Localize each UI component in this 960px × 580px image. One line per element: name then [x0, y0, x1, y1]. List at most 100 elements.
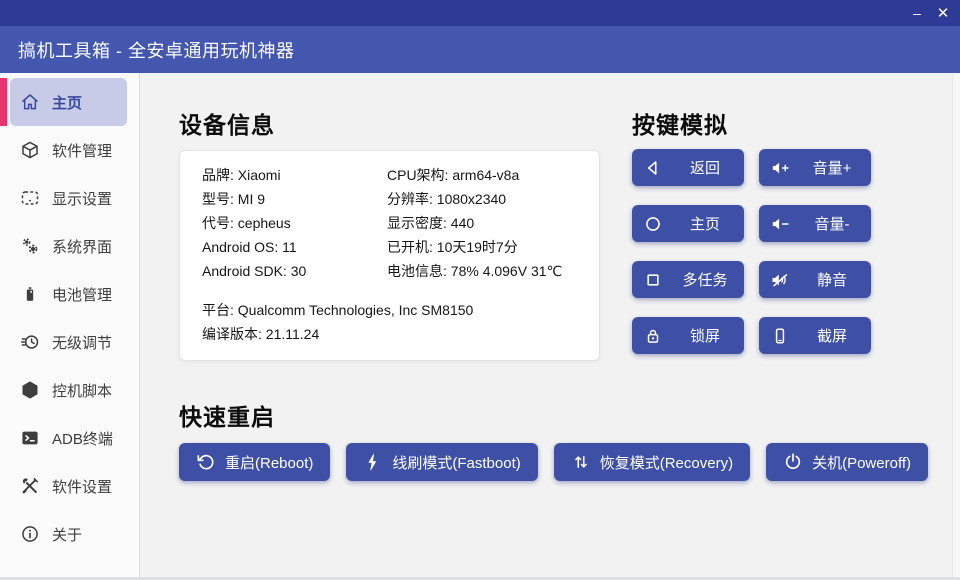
key-button-label: 返回 [690, 157, 720, 178]
home-icon [20, 92, 40, 112]
quick-reboot-heading: 快速重启 [179, 398, 928, 432]
sidebar-item-system-ui[interactable]: 系统界面 [10, 222, 127, 270]
sidebar-item-home[interactable]: 主页 [10, 78, 127, 126]
terminal-icon [20, 428, 40, 448]
reboot-button-label: 线刷模式(Fastboot) [392, 452, 520, 473]
tuner-icon [20, 332, 40, 352]
sidebar-item-label: 软件管理 [52, 140, 112, 161]
device-info-field: 代号: cepheus [202, 211, 387, 235]
reboot-button-label: 重启(Reboot) [225, 452, 313, 473]
sidebar-item-control-script[interactable]: 控机脚本 [10, 366, 127, 414]
reboot-button[interactable]: 重启(Reboot) [179, 443, 330, 481]
recovery-icon [571, 452, 591, 472]
device-info-field: 品牌: Xiaomi [202, 163, 387, 187]
app-window: – ✕ 搞机工具箱 - 全安卓通用玩机神器 主页软件管理显示设置系统界面电池管理… [0, 0, 960, 580]
tools-icon [20, 476, 40, 496]
key-button-label: 多任务 [682, 269, 727, 290]
key-button-label: 音量+ [813, 157, 852, 178]
sidebar-item-battery[interactable]: 电池管理 [10, 270, 127, 318]
multitask-key-button[interactable]: 多任务 [632, 261, 744, 298]
key-simulation-section: 按键模拟 返回 音量+ 主页 音量- 多任务 静音锁屏 截屏 [632, 106, 871, 354]
scrollbar-track[interactable] [952, 73, 960, 577]
sidebar-item-app-management[interactable]: 软件管理 [10, 126, 127, 174]
sidebar: 主页软件管理显示设置系统界面电池管理无级调节控机脚本 ADB终端软件设置关于 [0, 73, 140, 577]
quick-reboot-row: 重启(Reboot) 线刷模式(Fastboot) 恢复模式(Recovery) 关机… [179, 443, 928, 481]
screenshot-key-button[interactable]: 截屏 [759, 317, 871, 354]
sidebar-item-adb-terminal[interactable]: ADB终端 [10, 414, 127, 462]
minimize-button[interactable]: – [904, 0, 930, 26]
window-titlebar[interactable]: – ✕ [0, 0, 960, 26]
device-info-field: 型号: MI 9 [202, 187, 387, 211]
display-icon [20, 188, 40, 208]
back-key-button[interactable]: 返回 [632, 149, 744, 186]
recovery-button[interactable]: 恢复模式(Recovery) [554, 443, 750, 481]
home-circle-icon [643, 214, 663, 234]
multitask-icon [643, 270, 663, 290]
key-button-label: 静音 [817, 269, 847, 290]
hexagon-icon [20, 380, 40, 400]
sidebar-item-app-settings[interactable]: 软件设置 [10, 462, 127, 510]
device-info-field: 电池信息: 78% 4.096V 31℃ [387, 259, 583, 283]
sidebar-item-label: 电池管理 [52, 284, 112, 305]
sidebar-item-label: 软件设置 [52, 476, 112, 497]
device-info-field: 平台: Qualcomm Technologies, Inc SM8150 [202, 298, 583, 322]
sidebar-item-label: 无级调节 [52, 332, 112, 353]
sidebar-item-label: 关于 [52, 524, 82, 545]
gears-icon [20, 236, 40, 256]
active-accent-bar [0, 78, 7, 126]
screenshot-icon [770, 326, 790, 346]
key-button-label: 主页 [690, 213, 720, 234]
device-info-field: Android SDK: 30 [202, 259, 387, 283]
main-content: 设备信息 品牌: XiaomiCPU架构: arm64-v8a型号: MI 9分… [140, 73, 960, 577]
device-info-field: Android OS: 11 [202, 235, 387, 259]
package-icon [20, 140, 40, 160]
device-info-field: 编译版本: 21.11.24 [202, 322, 583, 346]
sidebar-item-label: ADB终端 [52, 428, 113, 449]
fastboot-icon [363, 452, 383, 472]
battery-icon [20, 284, 40, 304]
device-info-field: 分辨率: 1080x2340 [387, 187, 583, 211]
key-simulation-grid: 返回 音量+ 主页 音量- 多任务 静音锁屏 截屏 [632, 149, 871, 354]
device-info-grid: 品牌: XiaomiCPU架构: arm64-v8a型号: MI 9分辨率: 1… [202, 163, 583, 283]
key-button-label: 截屏 [817, 325, 847, 346]
volume-down-key-button[interactable]: 音量- [759, 205, 871, 242]
device-info-card: 品牌: XiaomiCPU架构: arm64-v8a型号: MI 9分辨率: 1… [179, 150, 600, 361]
poweroff-icon [783, 452, 803, 472]
sidebar-item-display-settings[interactable]: 显示设置 [10, 174, 127, 222]
poweroff-button[interactable]: 关机(Poweroff) [766, 443, 928, 481]
volume-up-key-button[interactable]: 音量+ [759, 149, 871, 186]
sidebar-item-label: 主页 [52, 92, 82, 113]
sidebar-item-label: 控机脚本 [52, 380, 112, 401]
device-info-field: 显示密度: 440 [387, 211, 583, 235]
app-header: 搞机工具箱 - 全安卓通用玩机神器 [0, 26, 960, 73]
home-key-button[interactable]: 主页 [632, 205, 744, 242]
window-body: 主页软件管理显示设置系统界面电池管理无级调节控机脚本ADB终端软件设置关于 设备… [0, 73, 960, 577]
reboot-button-label: 恢复模式(Recovery) [600, 452, 733, 473]
sidebar-item-label: 显示设置 [52, 188, 112, 209]
close-button[interactable]: ✕ [930, 0, 956, 26]
device-info-section: 设备信息 品牌: XiaomiCPU架构: arm64-v8a型号: MI 9分… [179, 106, 600, 361]
volume-minus-icon [770, 214, 790, 234]
key-simulation-heading: 按键模拟 [632, 106, 871, 140]
quick-reboot-section: 快速重启 重启(Reboot) 线刷模式(Fastboot) 恢复模式(Recove… [179, 398, 928, 481]
reboot-button-label: 关机(Poweroff) [812, 452, 911, 473]
sidebar-item-stepless-adjust[interactable]: 无级调节 [10, 318, 127, 366]
lock-screen-key-button[interactable]: 锁屏 [632, 317, 744, 354]
lock-icon [643, 326, 663, 346]
device-info-footer: 平台: Qualcomm Technologies, Inc SM8150编译版… [202, 298, 583, 346]
key-button-label: 锁屏 [690, 325, 720, 346]
volume-plus-icon [770, 158, 790, 178]
sidebar-item-about[interactable]: 关于 [10, 510, 127, 558]
reboot-icon [196, 452, 216, 472]
device-info-field: CPU架构: arm64-v8a [387, 163, 583, 187]
back-icon [643, 158, 663, 178]
sidebar-item-label: 系统界面 [52, 236, 112, 257]
mute-icon [770, 270, 790, 290]
device-info-field: 已开机: 10天19时7分 [387, 235, 583, 259]
device-info-heading: 设备信息 [179, 106, 600, 140]
app-title: 搞机工具箱 - 全安卓通用玩机神器 [18, 37, 295, 63]
key-button-label: 音量- [815, 213, 850, 234]
mute-key-button[interactable]: 静音 [759, 261, 871, 298]
fastboot-button[interactable]: 线刷模式(Fastboot) [346, 443, 537, 481]
info-icon [20, 524, 40, 544]
